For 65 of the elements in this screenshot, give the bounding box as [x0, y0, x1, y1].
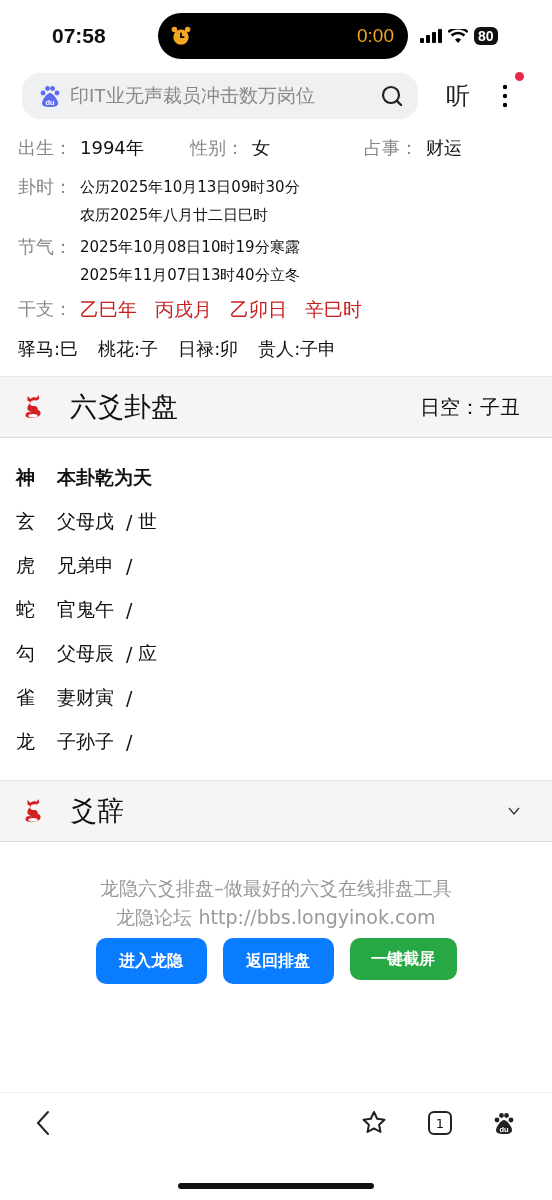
spirit-text: 玄	[16, 509, 36, 534]
field-label: 占事：	[364, 136, 419, 160]
shensha-text: 贵人:子申	[258, 337, 337, 361]
spirit-text: 蛇	[16, 597, 36, 622]
wifi-icon	[448, 29, 468, 43]
column-header: 神	[16, 465, 36, 490]
role-text: 世	[138, 509, 158, 534]
day-void-label: 日空：	[420, 393, 480, 421]
footer-button[interactable]: 返回排盘	[222, 938, 334, 984]
shensha-text: 日禄:卯	[178, 337, 239, 361]
field-label: 卦时：	[18, 176, 73, 198]
section-title: 六爻卦盘	[70, 390, 179, 424]
field-value: 农历2025年八月廿二日巳时	[80, 205, 270, 226]
yao-line-mark: /	[126, 643, 133, 665]
yao-line-mark: /	[126, 511, 133, 533]
relation-text: 父母辰	[57, 641, 114, 666]
yao-line-mark: /	[126, 731, 133, 753]
field-label: 出生：	[18, 136, 73, 160]
relation-text: 官鬼午	[57, 597, 114, 622]
status-time: 07:58	[52, 24, 107, 48]
battery-icon: 80	[474, 27, 498, 45]
hexagram-name: 本卦乾为天	[57, 465, 152, 490]
relation-text: 妻财寅	[57, 685, 114, 710]
footer-text: 龙隐六爻排盘–做最好的六爻在线排盘工具	[100, 876, 452, 901]
field-value: 2025年11月07日13时40分立冬	[80, 265, 300, 286]
search-icon[interactable]	[380, 84, 404, 108]
spirit-text: 虎	[16, 553, 36, 578]
field-label: 干支：	[18, 297, 73, 321]
back-icon[interactable]	[36, 1110, 50, 1136]
relation-text: 父母戊	[57, 509, 114, 534]
field-value: 公历2025年10月13日09时30分	[80, 177, 300, 198]
search-input[interactable]: 印IT业无声裁员冲击数万岗位	[68, 84, 374, 108]
pillar-text: 辛巳时	[305, 297, 362, 322]
role-text: 应	[138, 641, 158, 666]
field-value: 2025年10月08日10时19分寒露	[80, 237, 300, 258]
spirit-text: 龙	[16, 729, 36, 754]
section-header[interactable]: 爻辞	[0, 780, 552, 842]
spirit-text: 勾	[16, 641, 36, 666]
field-value: 女	[252, 136, 270, 160]
signal-icon	[420, 29, 442, 43]
shensha-text: 驿马:巳	[18, 337, 79, 361]
yao-line-mark: /	[126, 555, 133, 577]
section-title: 爻辞	[70, 794, 125, 828]
listen-button[interactable]: 听	[446, 80, 470, 112]
pillar-text: 乙巳年	[80, 297, 137, 322]
field-value: 财运	[426, 136, 462, 160]
shensha-text: 桃花:子	[98, 337, 159, 361]
field-value: 1994年	[80, 136, 144, 160]
field-label: 性别：	[190, 136, 245, 160]
footer-text: 龙隐论坛 http://bbs.longyinok.com	[116, 905, 436, 930]
timer-text: 0:00	[357, 25, 394, 47]
alarm-clock-icon	[170, 25, 192, 47]
tabs-button[interactable]: 1	[428, 1111, 452, 1135]
chevron-icon[interactable]	[508, 806, 520, 816]
spirit-text: 雀	[16, 685, 36, 710]
yao-line-mark: /	[126, 599, 133, 621]
field-label: 节气：	[18, 236, 73, 258]
pillar-text: 丙戌月	[155, 297, 212, 322]
yao-line-mark: /	[126, 687, 133, 709]
footer-button[interactable]: 进入龙隐	[95, 938, 207, 984]
pillar-text: 乙卯日	[230, 297, 287, 322]
more-icon	[502, 84, 508, 108]
day-void-value: 子丑	[480, 393, 520, 421]
relation-text: 子孙子	[57, 729, 114, 754]
relation-text: 兄弟申	[57, 553, 114, 578]
